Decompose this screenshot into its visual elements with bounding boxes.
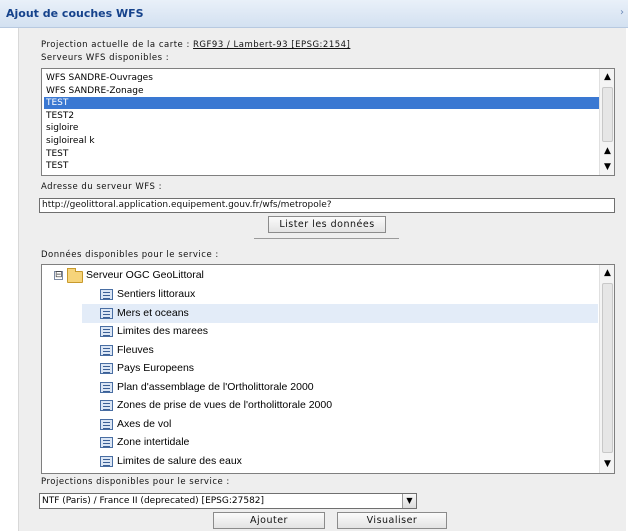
projection-select[interactable]: NTF (Paris) / France II (deprecated) [EP… xyxy=(39,493,417,509)
layer-icon xyxy=(100,363,113,374)
servers-label: Serveurs WFS disponibles : xyxy=(41,53,170,63)
address-label: Adresse du serveur WFS : xyxy=(41,182,162,192)
preview-button[interactable]: Visualiser xyxy=(337,512,447,529)
layer-item[interactable]: Zone intertidale xyxy=(82,433,598,452)
layer-icon xyxy=(100,381,113,393)
layer-item[interactable]: Limites des marees xyxy=(82,322,598,341)
layer-icon xyxy=(100,326,113,337)
data-scrollbar[interactable]: ▲ ▼ xyxy=(599,265,614,473)
dropdown-arrow-icon[interactable]: ▼ xyxy=(402,494,416,508)
server-address-input[interactable]: http://geolittoral.application.equipemen… xyxy=(39,198,615,213)
servers-scroll-thumb[interactable] xyxy=(602,87,613,142)
current-projection-label: Projection actuelle de la carte : xyxy=(41,40,194,50)
layer-label: Fleuves xyxy=(117,343,154,356)
servers-list[interactable]: WFS SANDRE-Ouvrages WFS SANDRE-Zonage TEST… xyxy=(41,68,615,176)
close-icon[interactable]: › xyxy=(617,6,627,20)
layer-label: Limites des marees xyxy=(117,325,209,337)
layer-item[interactable]: Axes de vol xyxy=(82,415,598,434)
wfs-dialog: Ajout de couches WFS › Projection actuel… xyxy=(0,0,628,531)
separator xyxy=(254,238,399,239)
layer-icon xyxy=(100,455,113,467)
scroll-up-icon[interactable]: ▲ xyxy=(601,71,614,84)
layer-icon xyxy=(100,307,113,319)
layer-label: Sentiers littoraux xyxy=(117,288,196,300)
layer-label: Mers et oceans xyxy=(117,306,189,319)
layer-item[interactable]: Mers et oceans xyxy=(82,303,598,323)
scroll-up-icon[interactable]: ▲ xyxy=(601,145,614,158)
layer-item[interactable]: Sentiers littoraux xyxy=(82,285,598,304)
layer-label: Limites de salure des eaux xyxy=(117,454,242,467)
server-list-item[interactable]: sigloireal k xyxy=(44,135,584,147)
scroll-up-icon[interactable]: ▲ xyxy=(601,267,614,280)
projections-label: Projections disponibles pour le service … xyxy=(41,477,230,487)
layer-label: Plan d'assemblage de l'Ortholittorale 20… xyxy=(117,380,314,393)
layer-label: Pays Europeens xyxy=(117,362,195,374)
layer-item[interactable]: Zones de prise de vues de l'ortholittora… xyxy=(82,396,598,415)
server-list-item[interactable]: sigloire xyxy=(44,122,584,134)
layer-icon xyxy=(100,418,113,430)
server-list-item[interactable]: TEST xyxy=(44,148,584,160)
tree-root[interactable]: Serveur OGC GeoLittoral xyxy=(86,266,204,285)
layer-item[interactable]: Fleuves xyxy=(82,341,598,360)
list-data-button[interactable]: Lister les données xyxy=(268,216,386,233)
collapse-icon[interactable]: ⊟ xyxy=(54,271,63,280)
layer-icon xyxy=(100,437,113,448)
layer-item[interactable]: Plan d'assemblage de l'Ortholittorale 20… xyxy=(82,378,598,397)
server-list-item[interactable]: TEST2 xyxy=(44,110,584,122)
server-list-item[interactable]: WFS SANDRE-Zonage xyxy=(44,85,584,97)
servers-scrollbar[interactable]: ▲ ▲ ▼ xyxy=(599,69,614,175)
layer-label: Zones de prise de vues de l'ortholittora… xyxy=(117,399,333,411)
dialog-body: Projection actuelle de la carte : RGF93 … xyxy=(18,28,626,531)
scroll-down-icon[interactable]: ▼ xyxy=(601,458,614,471)
data-scroll-thumb[interactable] xyxy=(602,283,613,453)
scroll-down-icon[interactable]: ▼ xyxy=(601,161,614,174)
layer-icon xyxy=(100,289,113,300)
layer-item[interactable]: Pays Europeens xyxy=(82,359,598,378)
server-list-item[interactable]: TEST xyxy=(44,97,599,110)
current-projection-value: RGF93 / Lambert-93 [EPSG:2154] xyxy=(193,40,351,50)
layer-label: Axes de vol xyxy=(117,417,172,430)
layer-item[interactable]: Limites de salure des eaux xyxy=(82,452,598,471)
layer-icon xyxy=(100,400,113,411)
server-list-item[interactable]: TEST xyxy=(44,160,584,172)
folder-icon xyxy=(67,268,83,283)
dialog-title: Ajout de couches WFS xyxy=(6,7,144,20)
data-label: Données disponibles pour le service : xyxy=(41,250,219,260)
projection-select-value: NTF (Paris) / France II (deprecated) [EP… xyxy=(42,496,265,506)
layer-label: Zone intertidale xyxy=(117,436,190,448)
server-list-item[interactable]: WFS SANDRE-Ouvrages xyxy=(44,72,584,84)
title-bar[interactable]: Ajout de couches WFS › xyxy=(0,0,628,28)
data-tree[interactable]: ⊟ Serveur OGC GeoLittoral Sentiers litto… xyxy=(41,264,615,474)
current-projection-line: Projection actuelle de la carte : RGF93 … xyxy=(41,40,350,50)
add-button[interactable]: Ajouter xyxy=(213,512,325,529)
layer-icon xyxy=(100,344,113,356)
